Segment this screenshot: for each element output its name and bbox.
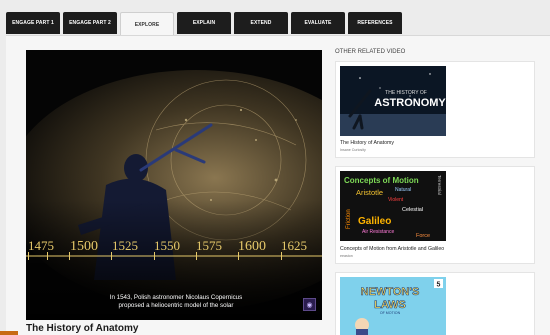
watermark-icon: ◉ bbox=[303, 298, 316, 311]
video-player[interactable]: 1475 1500 1525 1550 1575 1600 1625 In 15… bbox=[26, 50, 322, 320]
thumb-line-1: THE HISTORY OF bbox=[385, 90, 427, 96]
caption-line-2: proposed a heliocentric model of the sol… bbox=[118, 302, 234, 310]
caption-line-1: In 1543, Polish astronomer Nicolaus Cope… bbox=[109, 294, 243, 301]
related-channel: Insane Curiosity bbox=[340, 148, 366, 152]
timeline-year-1550: 1550 bbox=[154, 238, 180, 253]
related-thumbnail[interactable]: NEWTON'S LAWS OF MOTION 5 bbox=[340, 277, 446, 335]
related-title[interactable]: The History of Anatomy bbox=[340, 140, 394, 146]
thumb-line-2: LAWS bbox=[374, 299, 406, 311]
related-channel: eeaston bbox=[340, 254, 353, 258]
timeline-year-1625: 1625 bbox=[281, 238, 307, 253]
related-thumbnail[interactable]: THE HISTORY OF ASTRONOMY bbox=[340, 66, 446, 136]
tab-explore[interactable]: EXPLORE bbox=[120, 12, 174, 36]
thumb-word: Natural bbox=[395, 187, 411, 193]
related-thumbnail[interactable]: Concepts of Motion Aristotle Natural Vio… bbox=[340, 171, 446, 241]
related-video-card[interactable]: NEWTON'S LAWS OF MOTION 5 bbox=[335, 272, 535, 335]
timeline-year-1500: 1500 bbox=[70, 239, 98, 254]
tab-explain[interactable]: EXPLAIN bbox=[177, 12, 231, 34]
timeline-ruler: 1475 1500 1525 1550 1575 1600 1625 bbox=[26, 238, 322, 260]
tab-engage-part-1[interactable]: ENGAGE PART 1 bbox=[6, 12, 60, 34]
tab-bar: ENGAGE PART 1 ENGAGE PART 2 EXPLORE EXPL… bbox=[6, 12, 402, 36]
motion-thumbnail-art: Concepts of Motion Aristotle Natural Vio… bbox=[340, 171, 446, 241]
thumb-word: Galileo bbox=[358, 216, 391, 227]
video-title: The History of Anatomy bbox=[26, 323, 139, 334]
related-video-card[interactable]: Concepts of Motion Aristotle Natural Vio… bbox=[335, 166, 535, 264]
thumb-line-3: OF MOTION bbox=[380, 311, 401, 315]
tab-references[interactable]: REFERENCES bbox=[348, 12, 402, 34]
related-heading: OTHER RELATED VIDEO bbox=[335, 49, 406, 55]
thumb-line-1: NEWTON'S bbox=[361, 286, 420, 298]
video-caption: In 1543, Polish astronomer Nicolaus Cope… bbox=[66, 294, 286, 311]
thumb-word: Terrestrial bbox=[437, 175, 442, 195]
astronomy-thumbnail-art: THE HISTORY OF ASTRONOMY bbox=[340, 66, 446, 136]
thumb-word: Concepts of Motion bbox=[344, 176, 419, 185]
page: ENGAGE PART 1 ENGAGE PART 2 EXPLORE EXPL… bbox=[0, 0, 550, 335]
thumb-line-2: ASTRONOMY bbox=[374, 97, 446, 109]
related-title[interactable]: Concepts of Motion from Aristotle and Ga… bbox=[340, 246, 444, 252]
timeline-year-1600: 1600 bbox=[238, 239, 266, 254]
related-video-card[interactable]: THE HISTORY OF ASTRONOMY The History of … bbox=[335, 61, 535, 158]
video-frame-art bbox=[26, 50, 322, 320]
accent-bar bbox=[0, 331, 18, 335]
thumb-word: Air Resistance bbox=[362, 229, 394, 235]
tab-extend[interactable]: EXTEND bbox=[234, 12, 288, 34]
timeline-year-1575: 1575 bbox=[196, 238, 222, 253]
tab-evaluate[interactable]: EVALUATE bbox=[291, 12, 345, 34]
timeline-year-1525: 1525 bbox=[112, 238, 138, 253]
thumb-word: Force bbox=[416, 233, 430, 239]
thumb-word: Friction bbox=[346, 209, 352, 229]
thumb-word: Celestial bbox=[402, 207, 423, 213]
thumb-badge: 5 bbox=[437, 282, 441, 289]
tab-engage-part-2[interactable]: ENGAGE PART 2 bbox=[63, 12, 117, 34]
timeline-year-1475: 1475 bbox=[28, 238, 54, 253]
thumb-word: Aristotle bbox=[356, 188, 383, 197]
thumb-word: Violent bbox=[388, 197, 404, 203]
newtons-laws-thumbnail-art: NEWTON'S LAWS OF MOTION 5 bbox=[340, 277, 446, 335]
